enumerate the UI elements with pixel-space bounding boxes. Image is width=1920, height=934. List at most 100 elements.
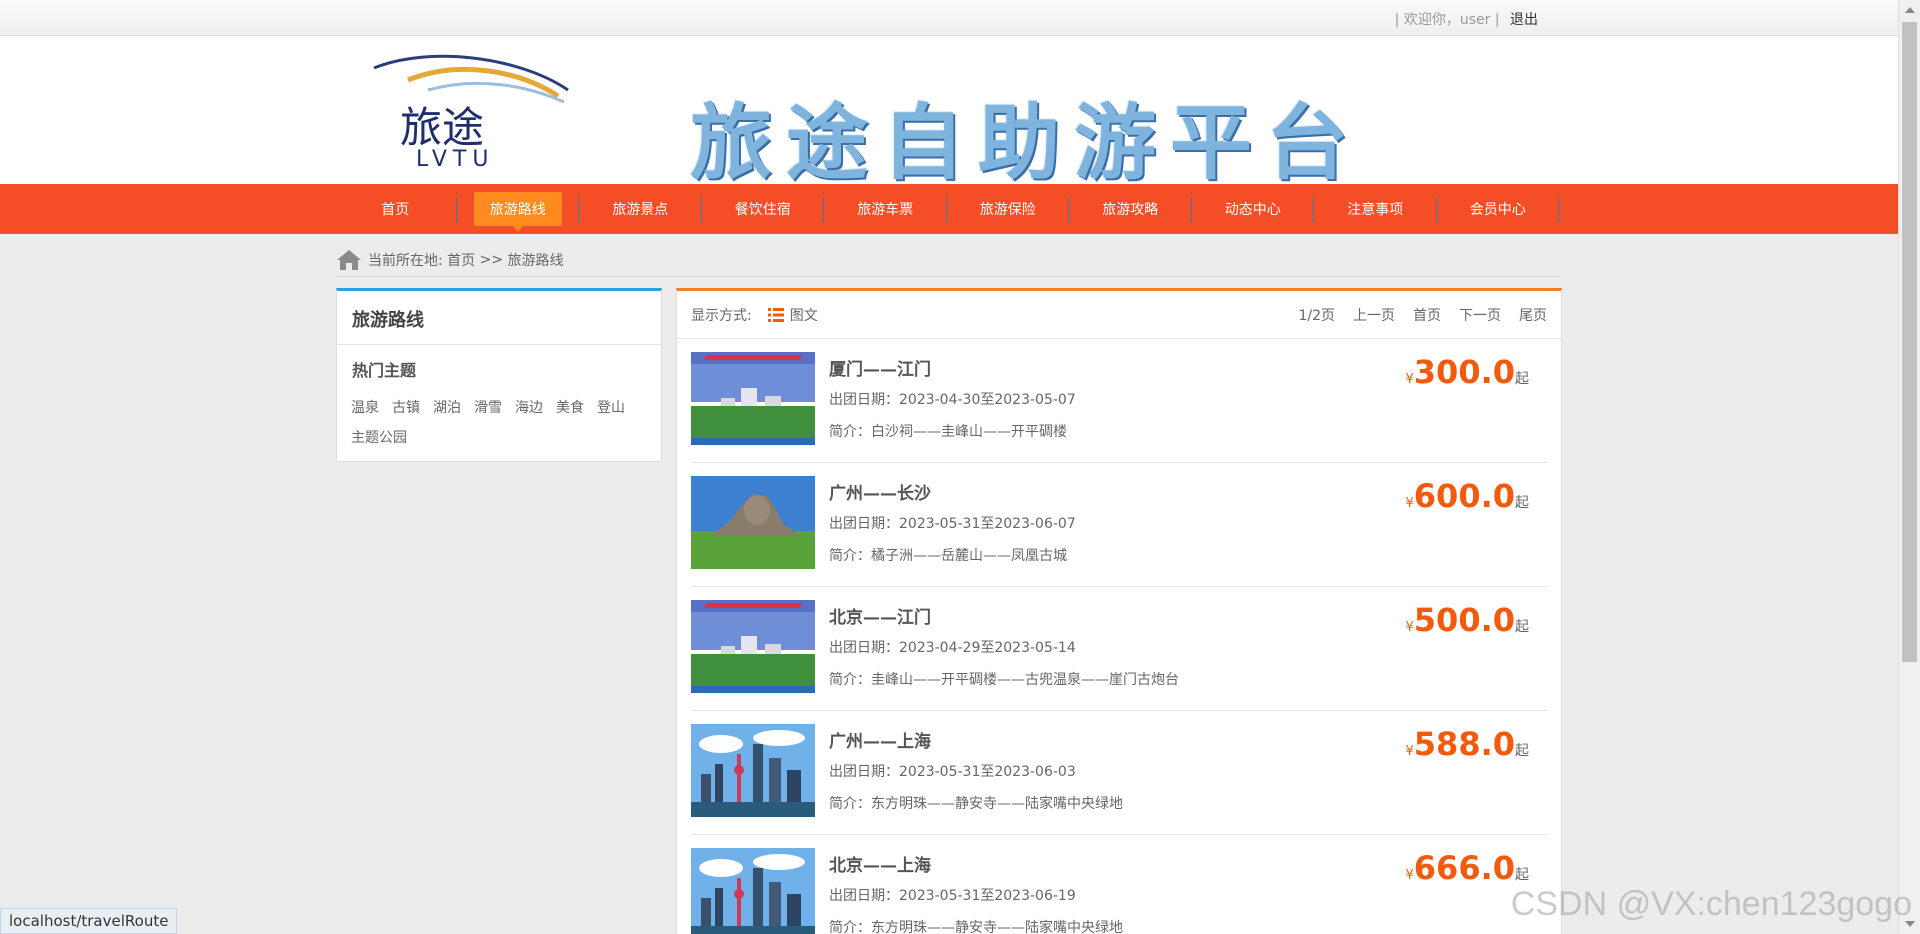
nav-item-label: 动态中心 [1224, 202, 1281, 218]
nav-item-8[interactable]: 注意事项 [1314, 184, 1437, 234]
breadcrumb-prefix: 当前所在地: [368, 253, 443, 269]
price-value: 588.0 [1413, 725, 1515, 763]
route-price: ¥500.0起 [1406, 601, 1530, 639]
price-value: 600.0 [1413, 477, 1515, 515]
nav-item-1[interactable]: 旅游路线 [457, 184, 580, 234]
breadcrumb-separator: >> [479, 252, 504, 268]
breadcrumb: 当前所在地: 首页 >> 旅游路线 [336, 244, 1560, 277]
nav-item-6[interactable]: 旅游攻略 [1069, 184, 1192, 234]
nav-item-3[interactable]: 餐饮住宿 [702, 184, 825, 234]
route-title[interactable]: 广州——上海 [829, 727, 931, 752]
statue-icon[interactable] [691, 476, 815, 569]
nav-item-9[interactable]: 会员中心 [1437, 184, 1560, 234]
home-icon [337, 250, 361, 270]
last-page-link[interactable]: 尾页 [1519, 305, 1547, 325]
nav-item-label: 旅游保险 [979, 202, 1036, 218]
nav-item-4[interactable]: 旅游车票 [824, 184, 947, 234]
logo-subtext: LVTU [416, 147, 494, 170]
nav-item-label: 首页 [381, 202, 410, 218]
site-header: 旅途 LVTU 旅途自助游平台 [0, 36, 1898, 191]
route-date: 出团日期：2023-04-29至2023-05-14 [829, 640, 1076, 656]
route-title[interactable]: 广州——长沙 [829, 479, 931, 504]
route-intro: 简介：圭峰山——开平碉楼——古兜温泉——崖门古炮台 [829, 672, 1179, 688]
currency-symbol: ¥ [1405, 372, 1414, 387]
route-price: ¥300.0起 [1406, 353, 1530, 391]
breadcrumb-current: 旅游路线 [507, 253, 564, 269]
price-value: 300.0 [1413, 353, 1515, 391]
campus-icon[interactable] [691, 600, 815, 693]
display-mode-option[interactable]: 图文 [790, 305, 818, 325]
page-scrollbar[interactable] [1898, 0, 1920, 934]
sidebar: 旅游路线 热门主题 温泉 古镇 湖泊 滑雪 海边 美食 登山主题公园 [336, 288, 662, 462]
price-suffix: 起 [1515, 371, 1529, 387]
route-intro: 简介：东方明珠——静安寺——陆家嘴中央绿地 [829, 796, 1123, 812]
route-item[interactable]: 广州——长沙出团日期：2023-05-31至2023-06-07 简介：橘子洲——… [691, 463, 1547, 587]
list-view-icon[interactable] [767, 307, 784, 322]
route-price: ¥600.0起 [1406, 477, 1530, 515]
theme-tag[interactable]: 温泉 [351, 393, 379, 423]
sidebar-title: 旅游路线 [337, 291, 661, 345]
skyline-icon[interactable] [691, 724, 815, 817]
theme-tag[interactable]: 登山 [597, 393, 625, 423]
theme-tags: 温泉 古镇 湖泊 滑雪 海边 美食 登山主题公园 [337, 389, 661, 457]
route-date: 出团日期：2023-05-31至2023-06-03 [829, 764, 1076, 780]
route-item[interactable]: 北京——上海出团日期：2023-05-31至2023-06-19 简介：东方明珠—… [691, 835, 1547, 934]
route-date: 出团日期：2023-05-31至2023-06-19 [829, 888, 1076, 904]
theme-tag[interactable]: 滑雪 [474, 393, 502, 423]
price-suffix: 起 [1515, 867, 1529, 883]
nav-item-label: 餐饮住宿 [734, 202, 791, 218]
banner-title: 旅途自助游平台 [690, 96, 1363, 191]
currency-symbol: ¥ [1405, 620, 1414, 635]
route-intro: 简介：东方明珠——静安寺——陆家嘴中央绿地 [829, 920, 1123, 934]
status-url: localhost/travelRoute [0, 908, 178, 934]
breadcrumb-home[interactable]: 首页 [447, 250, 475, 270]
price-suffix: 起 [1515, 743, 1529, 759]
nav-item-2[interactable]: 旅游景点 [579, 184, 702, 234]
currency-symbol: ¥ [1405, 496, 1414, 511]
nav-item-7[interactable]: 动态中心 [1192, 184, 1315, 234]
next-page-link[interactable]: 下一页 [1459, 305, 1501, 325]
logout-link[interactable]: 退出 [1510, 12, 1538, 28]
campus-icon[interactable] [691, 352, 815, 445]
sidebar-subtitle: 热门主题 [352, 361, 417, 380]
route-title[interactable]: 厦门——江门 [829, 355, 931, 380]
top-bar: | 欢迎你，user | 退出 [0, 0, 1898, 36]
main-nav: 首页 旅游路线 旅游景点 餐饮住宿 旅游车票 旅游保险 旅游攻略 动态中心 注意事项 会员中心 [0, 184, 1898, 234]
route-price: ¥588.0起 [1406, 725, 1530, 763]
prev-page-link[interactable]: 上一页 [1353, 305, 1395, 325]
price-suffix: 起 [1515, 495, 1529, 511]
welcome-text: | 欢迎你，user | [1394, 12, 1500, 28]
theme-tag[interactable]: 湖泊 [433, 393, 461, 423]
first-page-link[interactable]: 首页 [1413, 305, 1441, 325]
route-intro: 简介：橘子洲——岳麓山——凤凰古城 [829, 548, 1067, 564]
route-item[interactable]: 北京——江门出团日期：2023-04-29至2023-05-14 简介：圭峰山——… [691, 587, 1547, 711]
nav-item-label: 旅游景点 [612, 202, 669, 218]
logo-text: 旅途 [400, 103, 484, 152]
nav-item-5[interactable]: 旅游保险 [947, 184, 1070, 234]
theme-tag[interactable]: 海边 [515, 393, 543, 423]
theme-tag[interactable]: 美食 [556, 393, 584, 423]
theme-tag[interactable]: 主题公园 [351, 423, 407, 453]
skyline-icon[interactable] [691, 848, 815, 934]
currency-symbol: ¥ [1405, 868, 1414, 883]
route-title[interactable]: 北京——江门 [829, 603, 931, 628]
nav-item-label: 注意事项 [1347, 202, 1404, 218]
currency-symbol: ¥ [1405, 744, 1414, 759]
pager: 1/2页 上一页 首页 下一页 尾页 [1280, 305, 1547, 325]
route-title[interactable]: 北京——上海 [829, 851, 931, 876]
route-item[interactable]: 厦门——江门 出团日期：2023-04-30至2023-05-07 简介：白沙祠——… [691, 339, 1547, 463]
scroll-up-icon[interactable] [1905, 7, 1915, 13]
scrollbar-thumb[interactable] [1902, 22, 1917, 662]
list-toolbar: 显示方式: 图文 1/2页 上一页 首页 下一页 尾页 [677, 291, 1561, 339]
price-value: 666.0 [1413, 849, 1515, 887]
route-item[interactable]: 广州——上海出团日期：2023-05-31至2023-06-03 简介：东方明珠—… [691, 711, 1547, 835]
theme-tag[interactable]: 古镇 [392, 393, 420, 423]
page-indicator: 1/2页 [1298, 307, 1335, 324]
nav-item-0[interactable]: 首页 [334, 184, 457, 234]
route-date: 出团日期：2023-05-31至2023-06-07 [829, 516, 1076, 532]
route-list-panel: 显示方式: 图文 1/2页 上一页 首页 下一页 尾页 厦门——江门 出团日期：2… [676, 288, 1562, 934]
site-logo[interactable]: 旅途 LVTU [368, 50, 578, 172]
nav-item-label: 会员中心 [1469, 202, 1526, 218]
nav-item-label: 旅游车票 [857, 202, 914, 218]
price-value: 500.0 [1413, 601, 1515, 639]
